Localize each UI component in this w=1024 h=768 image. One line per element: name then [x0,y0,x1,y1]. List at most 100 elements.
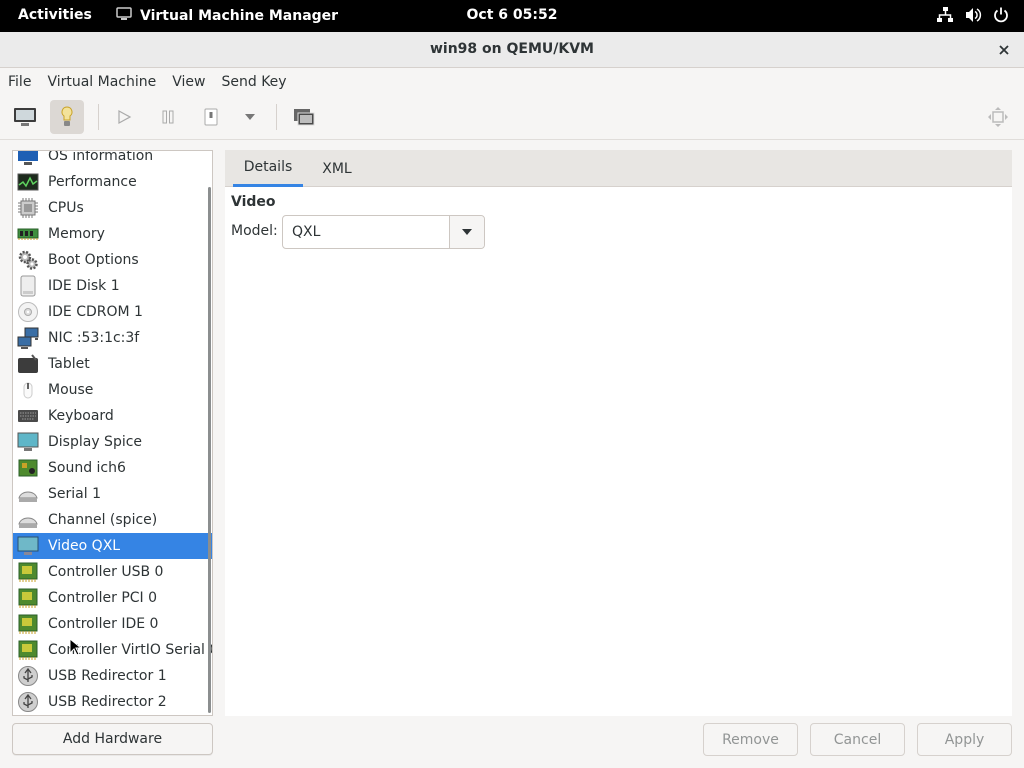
disk-icon [16,275,40,297]
hardware-item-memory[interactable]: Memory [13,221,212,247]
mouse-pointer-icon [69,637,83,660]
hardware-item-mouse[interactable]: Mouse [13,377,212,403]
virt-manager-app-icon [116,7,132,25]
hardware-item-label: Display Spice [48,434,143,450]
hardware-item-ide-cdrom-1[interactable]: IDE CDROM 1 [13,299,212,325]
video-icon [16,535,40,557]
controller-icon [16,613,40,635]
controller-icon [16,561,40,583]
volume-icon[interactable] [964,6,982,28]
hardware-item-serial-1[interactable]: Serial 1 [13,481,212,507]
hardware-item-keyboard[interactable]: Keyboard [13,403,212,429]
hardware-item-label: Serial 1 [48,486,101,502]
model-label: Model: [231,223,278,239]
toolbar-separator [98,104,99,130]
serial-icon [16,483,40,505]
hardware-list[interactable]: OS information Performance CPUs Memory B… [12,150,213,716]
clock[interactable]: Oct 6 05:52 [467,7,558,23]
display-icon [16,431,40,453]
hardware-item-cpus[interactable]: CPUs [13,195,212,221]
console-icon[interactable] [8,100,42,134]
fullscreen-icon[interactable] [981,100,1015,134]
app-menu[interactable]: Virtual Machine Manager [116,7,338,25]
hardware-item-controller-virtio-serial-0[interactable]: Controller VirtIO Serial 0 [13,637,212,663]
app-menu-label: Virtual Machine Manager [140,8,339,24]
toolbar [0,96,1024,140]
hardware-item-label: NIC :53:1c:3f [48,330,140,346]
nic-icon [16,327,40,349]
hardware-item-controller-ide-0[interactable]: Controller IDE 0 [13,611,212,637]
model-dropdown[interactable]: QXL [282,215,485,249]
add-hardware-button[interactable]: Add Hardware [12,723,213,755]
tablet-icon [16,353,40,375]
channel-icon [16,509,40,531]
run-icon[interactable] [107,100,141,134]
details-icon[interactable] [50,100,84,134]
network-icon[interactable] [936,6,954,28]
menu-file[interactable]: File [8,70,39,94]
hardware-item-video-qxl[interactable]: Video QXL [13,533,212,559]
tab-details[interactable]: Details [233,150,303,187]
controller-icon [16,587,40,609]
video-section-title: Video [231,194,276,210]
keyboard-icon [16,405,40,427]
hardware-item-label: Controller PCI 0 [48,590,158,606]
menu-view[interactable]: View [172,70,213,94]
hardware-item-ide-disk-1[interactable]: IDE Disk 1 [13,273,212,299]
hardware-item-label: IDE Disk 1 [48,278,120,294]
shutdown-menu-icon[interactable] [233,100,267,134]
hardware-item-label: Memory [48,226,105,242]
system-tray[interactable] [936,6,1010,28]
boot-options-icon [16,249,40,271]
hardware-item-tablet[interactable]: Tablet [13,351,212,377]
hardware-item-label: USB Redirector 2 [48,694,167,710]
hardware-item-label: OS information [48,150,154,164]
shutdown-icon[interactable] [194,100,228,134]
window-title: win98 on QEMU/KVM [429,41,594,57]
hardware-item-label: Performance [48,174,137,190]
hardware-item-display-spice[interactable]: Display Spice [13,429,212,455]
tab-xml[interactable]: XML [309,150,365,187]
hardware-item-controller-pci-0[interactable]: Controller PCI 0 [13,585,212,611]
snapshots-icon[interactable] [287,100,321,134]
hardware-item-label: CPUs [48,200,84,216]
hardware-item-sound-ich6[interactable]: Sound ich6 [13,455,212,481]
hardware-item-label: Boot Options [48,252,139,268]
chevron-down-icon[interactable] [449,216,484,248]
hardware-item-usb-redirector-1[interactable]: USB Redirector 1 [13,663,212,689]
hardware-item-channel-spice[interactable]: Channel (spice) [13,507,212,533]
hardware-item-label: Tablet [48,356,90,372]
hardware-item-label: USB Redirector 1 [48,668,167,684]
hardware-item-label: IDE CDROM 1 [48,304,143,320]
cdrom-icon [16,301,40,323]
remove-button[interactable]: Remove [703,723,798,756]
activities-button[interactable]: Activities [18,7,92,23]
hardware-item-label: Sound ich6 [48,460,126,476]
hardware-item-os-information[interactable]: OS information [13,150,212,169]
hardware-item-boot-options[interactable]: Boot Options [13,247,212,273]
hardware-item-label: Video QXL [48,538,121,554]
hardware-item-performance[interactable]: Performance [13,169,212,195]
window-title-bar: win98 on QEMU/KVM [0,32,1024,68]
hardware-item-nic[interactable]: NIC :53:1c:3f [13,325,212,351]
model-value[interactable]: QXL [283,216,449,248]
cancel-button[interactable]: Cancel [810,723,905,756]
power-icon[interactable] [992,6,1010,28]
mouse-icon [16,379,40,401]
close-icon[interactable] [994,40,1014,60]
menu-bar: File Virtual Machine View Send Key [0,68,1024,96]
tab-bar: Details XML [225,150,1012,187]
hardware-item-label: Controller USB 0 [48,564,164,580]
hardware-item-label: Keyboard [48,408,114,424]
cpu-icon [16,197,40,219]
menu-virtual-machine[interactable]: Virtual Machine [47,70,164,94]
menu-send-key[interactable]: Send Key [221,70,294,94]
sidebar-scrollbar[interactable] [208,187,211,713]
toolbar-separator [276,104,277,130]
pause-icon[interactable] [151,100,185,134]
details-panel: Details XML Video Model: QXL [225,150,1012,716]
hardware-item-label: Mouse [48,382,94,398]
hardware-item-usb-redirector-2[interactable]: USB Redirector 2 [13,689,212,715]
apply-button[interactable]: Apply [917,723,1012,756]
hardware-item-controller-usb-0[interactable]: Controller USB 0 [13,559,212,585]
